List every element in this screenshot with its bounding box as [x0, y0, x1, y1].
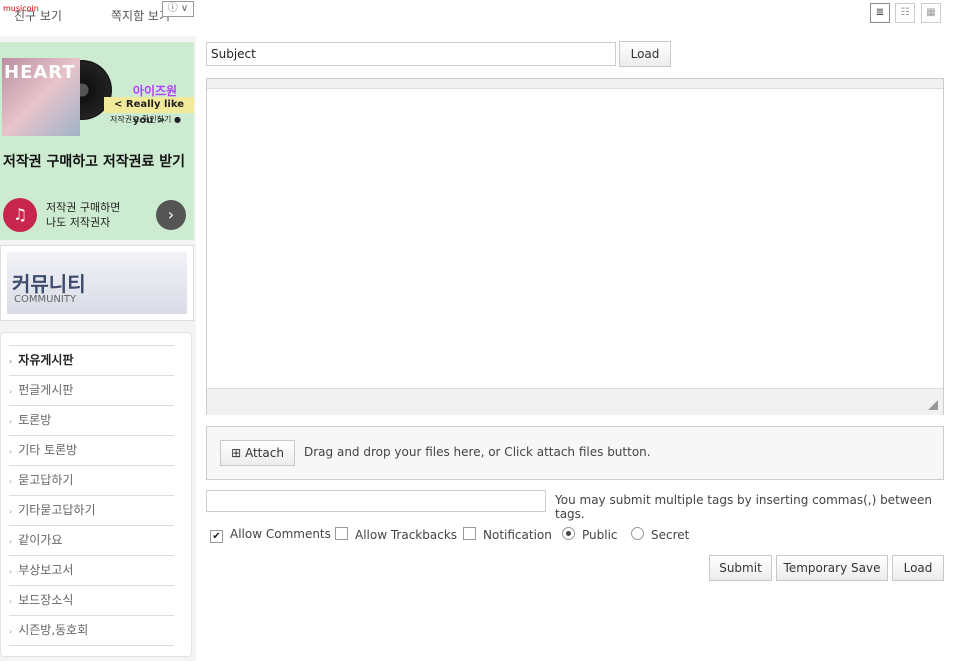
- chevron-right-icon[interactable]: ›: [156, 200, 186, 230]
- public-label: Public: [582, 528, 618, 542]
- editor-toolbar: [207, 79, 943, 89]
- temporary-save-button[interactable]: Temporary Save: [776, 555, 888, 581]
- ad-subtext: 저작권 구매하면 나도 저작권자: [46, 200, 120, 230]
- notification-label: Notification: [483, 528, 552, 542]
- submit-button[interactable]: Submit: [709, 555, 772, 581]
- chevron-right-icon: ›: [9, 417, 13, 426]
- menu-item-label: 같이가요: [18, 533, 63, 547]
- ad-subtext-line2: 나도 저작권자: [46, 216, 111, 229]
- public-option[interactable]: Public: [562, 527, 618, 542]
- chevron-right-icon: ›: [9, 507, 13, 516]
- attach-button[interactable]: ⊞ Attach: [220, 440, 295, 466]
- community-subtitle: COMMUNITY: [14, 294, 77, 305]
- notification-checkbox[interactable]: [463, 527, 476, 540]
- ad-info-icon[interactable]: ⓘ ∨: [162, 1, 194, 17]
- chevron-right-icon: ›: [9, 387, 13, 396]
- allow-comments-label: Allow Comments: [230, 527, 331, 541]
- attach-hint: Drag and drop your files here, or Click …: [304, 445, 651, 459]
- ad-brand: musicoin: [3, 4, 39, 13]
- allow-trackbacks-checkbox[interactable]: [335, 527, 348, 540]
- chevron-right-icon: ›: [9, 627, 13, 636]
- menu-item-label: 자유게시판: [18, 353, 74, 367]
- allow-comments-checkbox[interactable]: ✔: [210, 530, 223, 543]
- allow-trackbacks-label: Allow Trackbacks: [355, 528, 458, 542]
- menu-item-other-discussion[interactable]: › 기타 토론방: [9, 435, 174, 465]
- allow-comments-option[interactable]: ✔ Allow Comments: [210, 527, 331, 543]
- editor-area[interactable]: [206, 78, 944, 415]
- menu-item-label: 묻고답하기: [18, 473, 74, 487]
- attach-file-icon: ⊞: [231, 446, 242, 460]
- menu-item-qna[interactable]: › 묻고답하기: [9, 465, 174, 495]
- menu-item-label: 토론방: [18, 413, 52, 427]
- ad-headline[interactable]: 저작권 구매하고 저작권료 받기: [3, 152, 191, 172]
- ad-check-link[interactable]: 저작권료 확인하기 ●: [110, 114, 181, 125]
- community-title: 커뮤니티: [12, 272, 86, 296]
- chevron-right-icon: ›: [9, 477, 13, 486]
- notification-option[interactable]: Notification: [463, 527, 552, 542]
- chevron-right-icon: ›: [9, 537, 13, 546]
- gallery-view-icon[interactable]: ▦: [921, 3, 941, 23]
- webzine-view-icon[interactable]: ☷: [895, 3, 915, 23]
- load-draft-button[interactable]: Load: [892, 555, 944, 581]
- allow-trackbacks-option[interactable]: Allow Trackbacks: [335, 527, 457, 542]
- music-note-icon: ♫: [3, 198, 37, 232]
- menu-item-label: 펀글게시판: [18, 383, 74, 397]
- menu-item-label: 기타묻고답하기: [18, 503, 96, 517]
- subject-input[interactable]: [206, 42, 616, 66]
- tags-help-text: You may submit multiple tags by insertin…: [555, 493, 932, 521]
- ad-song: < Really like you >: [104, 97, 194, 126]
- menu-item-injury-report[interactable]: › 부상보고서: [9, 555, 174, 585]
- menu-item-other-qna[interactable]: › 기타묻고답하기: [9, 495, 174, 525]
- menu-item-resort-news[interactable]: › 보드장소식: [9, 585, 174, 615]
- menu-item-free-board[interactable]: › 자유게시판: [9, 345, 174, 375]
- load-button[interactable]: Load: [619, 41, 671, 67]
- menu-item-discussion[interactable]: › 토론방: [9, 405, 174, 435]
- chevron-right-icon: ›: [9, 357, 13, 366]
- list-view-icon[interactable]: ≣: [870, 3, 890, 23]
- menu-item-label: 시즌방,동호회: [18, 623, 89, 637]
- tags-input[interactable]: [206, 490, 546, 512]
- editor-footer: [207, 388, 943, 415]
- menu-item-humor-board[interactable]: › 펀글게시판: [9, 375, 174, 405]
- menu-item-label: 보드장소식: [18, 593, 74, 607]
- menu-item-label: 부상보고서: [18, 563, 74, 577]
- public-radio[interactable]: [562, 527, 575, 540]
- chevron-right-icon: ›: [9, 567, 13, 576]
- secret-option[interactable]: Secret: [631, 527, 689, 542]
- album-cover-text: HEART: [4, 62, 76, 83]
- menu-item-go-together[interactable]: › 같이가요: [9, 525, 174, 555]
- chevron-right-icon: ›: [9, 597, 13, 606]
- menu-item-label: 기타 토론방: [18, 443, 78, 457]
- attach-button-label: Attach: [244, 446, 284, 460]
- chevron-right-icon: ›: [9, 447, 13, 456]
- menu-item-season-club[interactable]: › 시즌방,동호회: [9, 615, 174, 646]
- resize-grip-icon[interactable]: [928, 400, 938, 410]
- secret-label: Secret: [651, 528, 690, 542]
- secret-radio[interactable]: [631, 527, 644, 540]
- ad-subtext-line1: 저작권 구매하면: [46, 201, 121, 214]
